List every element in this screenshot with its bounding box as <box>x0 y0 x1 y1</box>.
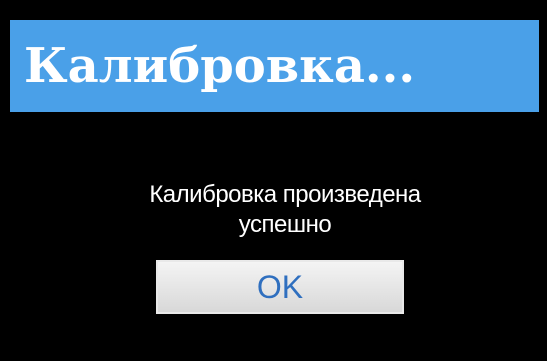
dialog-title-bar: Калибровка... <box>10 20 539 112</box>
ok-button[interactable]: OK <box>156 260 404 314</box>
dialog-title: Калибровка... <box>24 38 416 94</box>
device-screen: Калибровка... Калибровка произведена усп… <box>0 0 547 361</box>
message-line-1: Калибровка произведена <box>149 181 421 208</box>
calibration-dialog: Калибровка... Калибровка произведена усп… <box>10 20 539 342</box>
dialog-message: Калибровка произведена успешно <box>10 180 547 240</box>
message-line-2: успешно <box>238 211 332 238</box>
